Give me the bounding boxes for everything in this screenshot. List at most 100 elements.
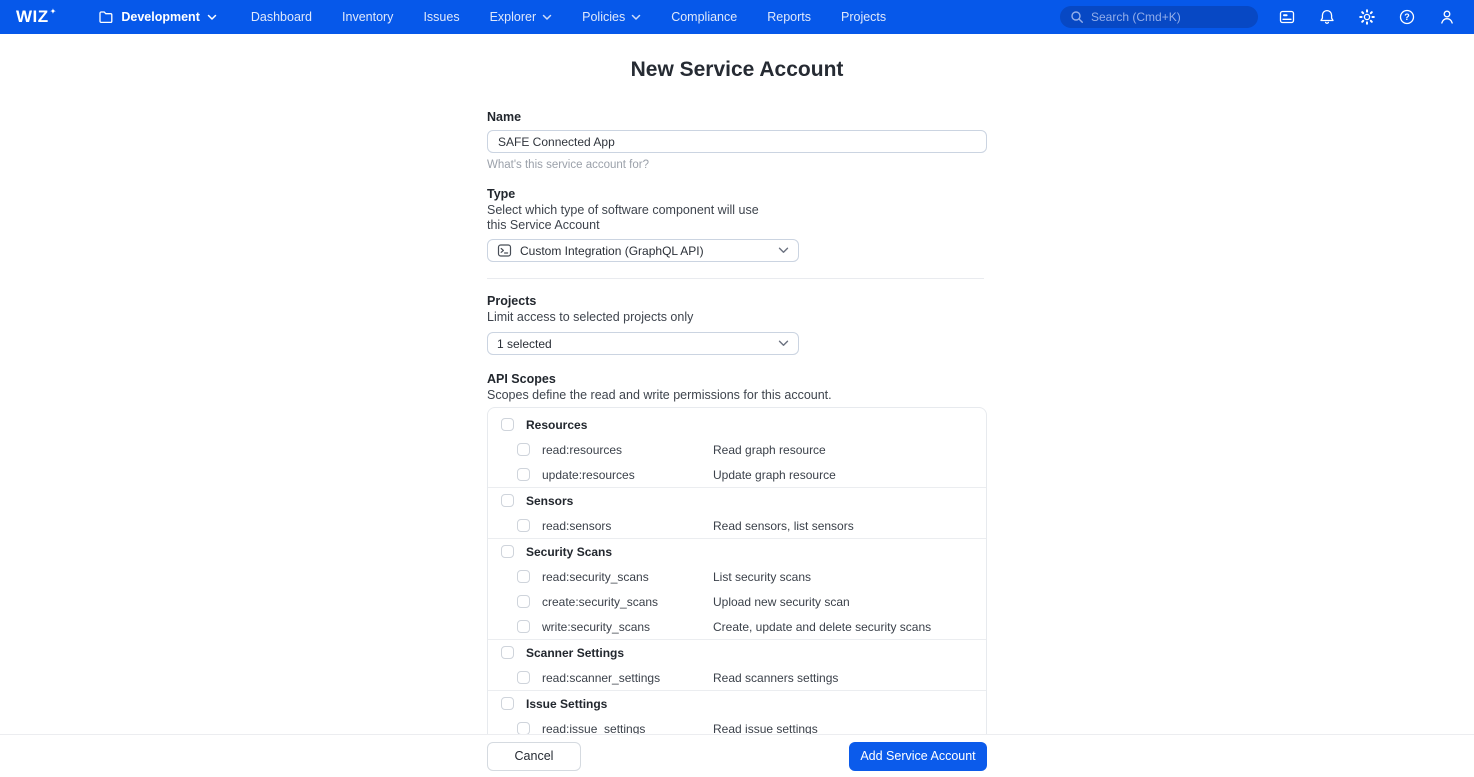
scope-rows: read:issue_settings Read issue settings — [488, 716, 986, 734]
nav-item-label: Explorer — [490, 10, 537, 24]
projects-description: Limit access to selected projects only — [487, 310, 777, 325]
scope-group-label: Resources — [526, 418, 587, 432]
scope-group: Security Scans read:security_scans List … — [488, 538, 986, 639]
scope-row: read:resources Read graph resource — [488, 437, 986, 462]
help-icon[interactable]: ? — [1394, 4, 1420, 30]
scope-row: read:scanner_settings Read scanners sett… — [488, 665, 986, 690]
type-label: Type — [487, 187, 987, 201]
nav-item-label: Dashboard — [251, 10, 312, 24]
scope-group-header: Sensors — [488, 488, 986, 513]
card-rows-icon[interactable] — [1274, 4, 1300, 30]
top-navigation-bar: WIZ ✦ Development Dashboard Inventory Is… — [0, 0, 1474, 34]
scope-rows: read:security_scans List security scans … — [488, 564, 986, 639]
scope-description: Read scanners settings — [713, 671, 838, 685]
nav-item-label: Inventory — [342, 10, 393, 24]
nav-item-policies[interactable]: Policies — [582, 10, 641, 24]
scope-description: Read graph resource — [713, 443, 826, 457]
projects-dropdown-value: 1 selected — [497, 337, 770, 351]
nav-item-label: Projects — [841, 10, 886, 24]
scope-group-label: Security Scans — [526, 545, 612, 559]
scope-row: read:security_scans List security scans — [488, 564, 986, 589]
scope-name: read:issue_settings — [542, 722, 701, 735]
scope-group-label: Issue Settings — [526, 697, 607, 711]
scope-group-checkbox[interactable] — [501, 646, 514, 659]
nav-item-reports[interactable]: Reports — [767, 10, 811, 24]
wiz-logo-sparkle-icon: ✦ — [50, 8, 57, 16]
nav-item-label: Reports — [767, 10, 811, 24]
nav-item-explorer[interactable]: Explorer — [490, 10, 553, 24]
svg-text:?: ? — [1404, 12, 1410, 22]
project-switcher-label: Development — [121, 10, 200, 24]
scope-group: Issue Settings read:issue_settings Read … — [488, 690, 986, 734]
scope-description: Update graph resource — [713, 468, 836, 482]
scope-group-header: Issue Settings — [488, 691, 986, 716]
scope-group-checkbox[interactable] — [501, 418, 514, 431]
main-content: New Service Account Name What's this ser… — [0, 34, 1474, 734]
projects-dropdown[interactable]: 1 selected — [487, 332, 799, 355]
main-nav-links: Dashboard Inventory Issues Explorer Poli… — [251, 10, 886, 24]
scope-description: Read sensors, list sensors — [713, 519, 854, 533]
api-scopes-label: API Scopes — [487, 372, 987, 386]
nav-item-compliance[interactable]: Compliance — [671, 10, 737, 24]
nav-item-inventory[interactable]: Inventory — [342, 10, 393, 24]
user-icon[interactable] — [1434, 4, 1460, 30]
search-input[interactable] — [1091, 10, 1248, 24]
scope-checkbox[interactable] — [517, 722, 530, 734]
scope-description: Read issue settings — [713, 722, 818, 735]
scope-description: List security scans — [713, 570, 811, 584]
type-dropdown[interactable]: Custom Integration (GraphQL API) — [487, 239, 799, 262]
wiz-logo[interactable]: WIZ ✦ — [16, 7, 56, 27]
scope-group-checkbox[interactable] — [501, 697, 514, 710]
nav-item-issues[interactable]: Issues — [423, 10, 459, 24]
name-label: Name — [487, 110, 987, 124]
scope-checkbox[interactable] — [517, 595, 530, 608]
scope-description: Create, update and delete security scans — [713, 620, 931, 634]
chevron-down-icon — [542, 14, 552, 21]
scope-row: update:resources Update graph resource — [488, 462, 986, 487]
search-icon — [1070, 10, 1084, 24]
nav-item-dashboard[interactable]: Dashboard — [251, 10, 312, 24]
name-helper-text: What's this service account for? — [487, 159, 987, 171]
bell-icon[interactable] — [1314, 4, 1340, 30]
chevron-down-icon — [778, 340, 789, 347]
scope-checkbox[interactable] — [517, 468, 530, 481]
add-service-account-button[interactable]: Add Service Account — [849, 742, 987, 771]
scope-group-label: Scanner Settings — [526, 646, 624, 660]
nav-item-label: Issues — [423, 10, 459, 24]
topbar-icon-group: ? — [1274, 4, 1460, 30]
nav-item-projects[interactable]: Projects — [841, 10, 886, 24]
scope-group: Scanner Settings read:scanner_settings R… — [488, 639, 986, 690]
scope-rows: read:sensors Read sensors, list sensors — [488, 513, 986, 538]
projects-label: Projects — [487, 294, 987, 308]
folder-icon — [98, 9, 114, 25]
scope-group-checkbox[interactable] — [501, 494, 514, 507]
scope-checkbox[interactable] — [517, 620, 530, 633]
scope-name: read:sensors — [542, 519, 701, 533]
scope-row: read:issue_settings Read issue settings — [488, 716, 986, 734]
scope-group-checkbox[interactable] — [501, 545, 514, 558]
api-scopes-list: Resources read:resources Read graph reso… — [487, 407, 987, 734]
name-input[interactable] — [487, 130, 987, 153]
scope-name: create:security_scans — [542, 595, 701, 609]
scope-group-header: Security Scans — [488, 539, 986, 564]
scope-name: write:security_scans — [542, 620, 701, 634]
scope-group: Resources read:resources Read graph reso… — [488, 412, 986, 487]
terminal-icon — [497, 243, 512, 258]
section-divider — [487, 278, 984, 279]
api-scopes-description: Scopes define the read and write permiss… — [487, 388, 907, 403]
cancel-button[interactable]: Cancel — [487, 742, 581, 771]
scope-checkbox[interactable] — [517, 570, 530, 583]
gear-icon[interactable] — [1354, 4, 1380, 30]
scope-name: read:scanner_settings — [542, 671, 701, 685]
project-switcher[interactable]: Development — [98, 9, 217, 25]
global-search[interactable] — [1060, 6, 1258, 28]
scope-checkbox[interactable] — [517, 519, 530, 532]
scope-checkbox[interactable] — [517, 443, 530, 456]
scope-checkbox[interactable] — [517, 671, 530, 684]
scope-group-header: Resources — [488, 412, 986, 437]
scope-name: read:security_scans — [542, 570, 701, 584]
chevron-down-icon — [631, 14, 641, 21]
type-dropdown-value: Custom Integration (GraphQL API) — [520, 244, 770, 258]
scope-name: update:resources — [542, 468, 701, 482]
wiz-logo-text: WIZ — [16, 7, 49, 27]
